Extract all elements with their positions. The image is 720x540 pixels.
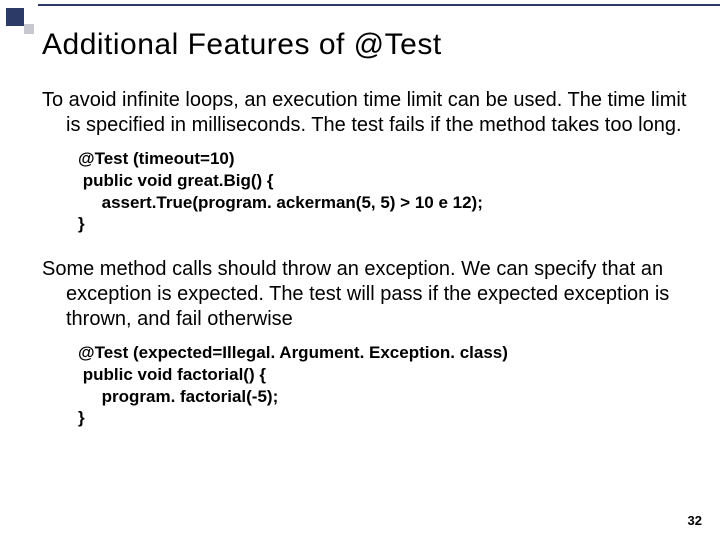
code-block-2: @Test (expected=Illegal. Argument. Excep… bbox=[42, 342, 690, 429]
slide-title: Additional Features of @Test bbox=[42, 28, 690, 62]
page-number: 32 bbox=[688, 513, 702, 528]
paragraph-2: Some method calls should throw an except… bbox=[42, 257, 690, 332]
code-block-1: @Test (timeout=10) public void great.Big… bbox=[42, 148, 690, 235]
paragraph-1: To avoid infinite loops, an execution ti… bbox=[42, 88, 690, 138]
slide-content: Additional Features of @Test To avoid in… bbox=[42, 28, 690, 451]
top-rule bbox=[38, 4, 720, 6]
